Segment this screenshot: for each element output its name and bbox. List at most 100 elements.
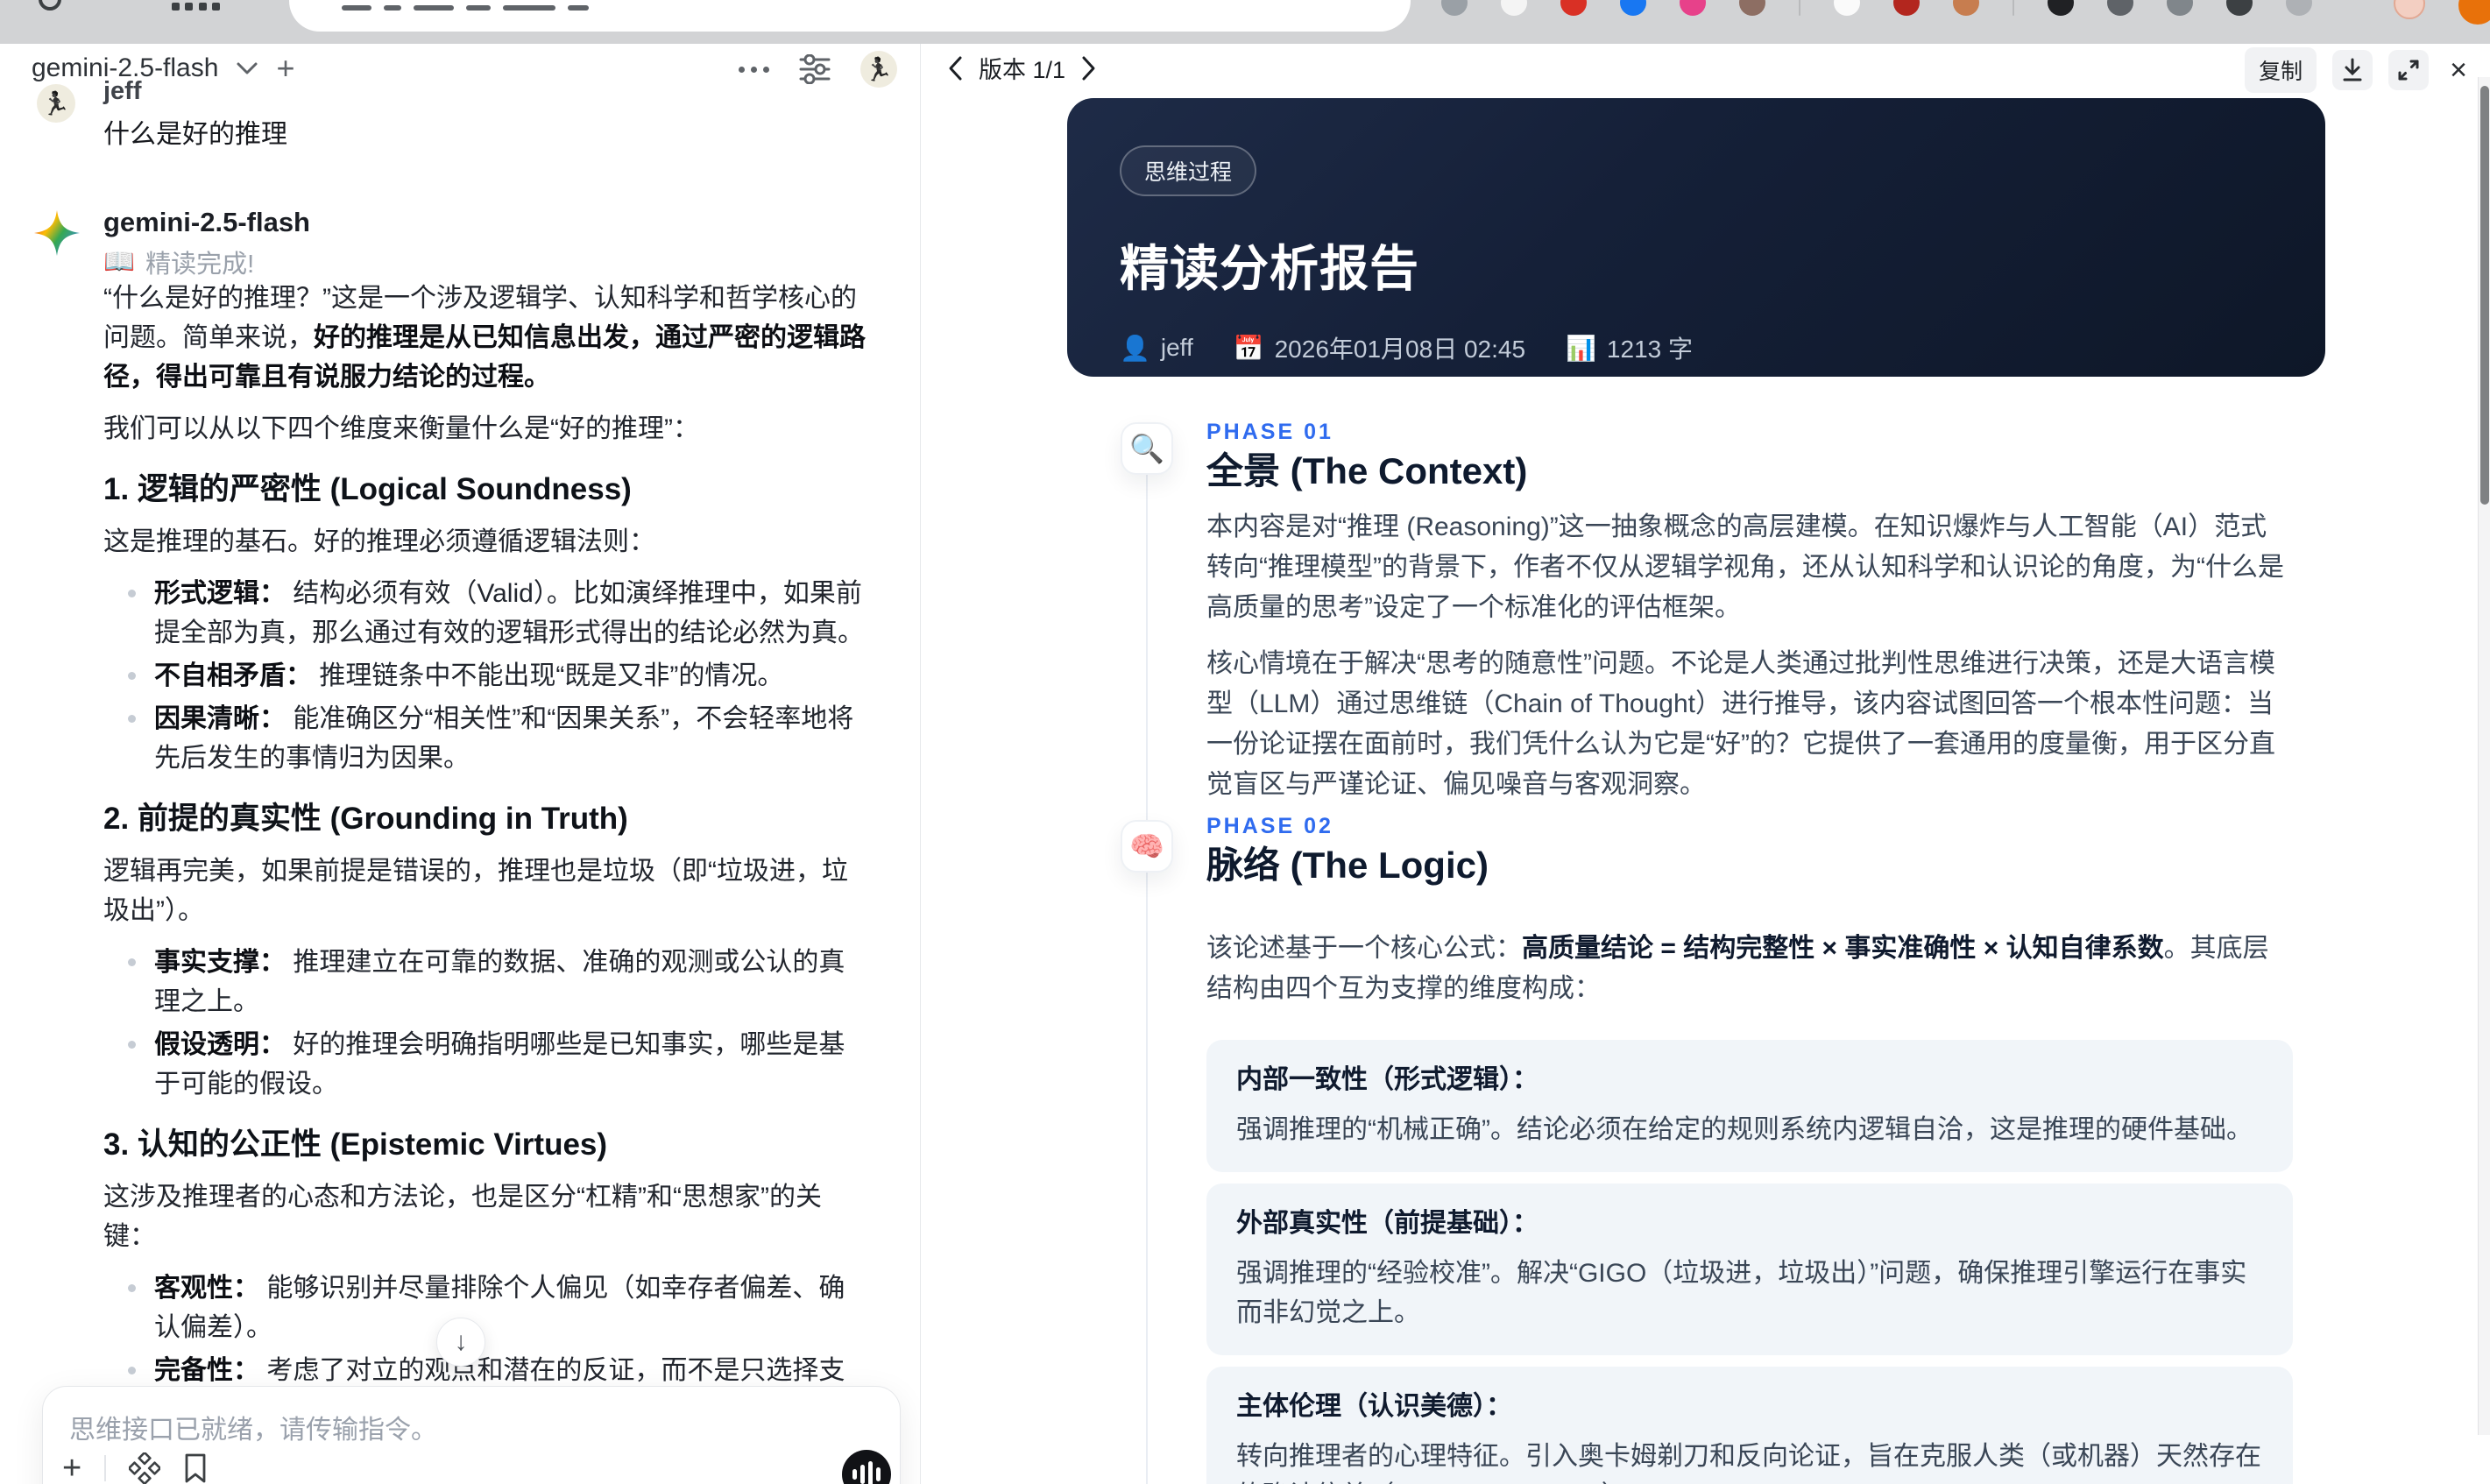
toolbar-separator [104,1455,107,1481]
calendar-icon: 📅 [1233,334,1264,362]
assistant-name: gemini-2.5-flash [103,207,310,237]
extension-icon[interactable] [1620,0,1646,16]
preview-toolbar: 版本 1/1 复制 × [921,44,2490,93]
toolbar-separator [1799,0,1800,16]
chevron-left-icon[interactable] [947,55,963,81]
new-chat-button[interactable]: + [276,53,294,84]
extension-icon[interactable] [2167,0,2193,16]
extension-icon[interactable] [1834,0,1860,16]
extension-icon[interactable] [1560,0,1587,16]
extension-icon[interactable] [2286,0,2312,16]
bullet-item: 客观性： 能够识别并尽量排除个人偏见（如幸存者偏差、确认偏差）。 [103,1268,867,1347]
paragraph: “什么是好的推理？”这是一个涉及逻辑学、认知科学和哲学核心的问题。简单来说，好的… [103,284,866,392]
gemini-logo-icon [34,210,80,256]
section-heading: 3. 认知的公正性 (Epistemic Virtues) [103,1127,608,1162]
extension-icon[interactable] [1953,0,1979,16]
copy-button[interactable]: 复制 [2245,47,2317,93]
paragraph: 这涉及推理者的心态和方法论，也是区分“杠精”和“思想家”的关键： [103,1183,822,1251]
paragraph: 我们可以从以下四个维度来衡量什么是“好的推理”： [103,414,699,443]
chevron-right-icon[interactable] [1081,55,1097,81]
apps-grid-icon[interactable] [172,0,221,11]
dimension-title: 主体伦理（认识美德）： [1236,1392,1512,1421]
status-text: 精读完成! [145,251,255,279]
report-badge: 思维过程 [1120,145,1257,196]
phase-2-section: PHASE 02 脉络 (The Logic) 该论述基于一个核心公式：高质量结… [1206,813,2293,1484]
user-name: jeff [103,77,142,105]
browser-toolbar [0,0,2490,44]
phase-title: 全景 (The Context) [1206,450,1528,491]
report-header-card: 思维过程 精读分析报告 👤 jeff 📅 2026年01月08日 02:45 📊 12… [1067,98,2325,377]
expand-fullscreen-button[interactable] [2388,50,2430,90]
attach-plus-button[interactable]: + [62,1452,81,1484]
report-date: 2026年01月08日 02:45 [1274,336,1526,363]
bullet-item: 因果清晰： 能准确区分“相关性”和“因果关系”，不会轻率地将先后发生的事情归为因… [103,699,867,778]
toolbar-separator [2013,0,2014,16]
app-window: gemini-2.5-flash + 🏃 🏃 jeff 什么是好的推理 gemi… [0,0,2490,1484]
assistant-message-body: “什么是好的推理？”这是一个涉及逻辑学、认知科学和哲学核心的问题。简单来说，好的… [103,279,867,1484]
scroll-to-bottom-button[interactable]: ↓ [436,1318,485,1367]
close-icon[interactable]: × [2444,53,2472,88]
assistant-status: 📖 精读完成! [103,244,254,280]
dimension-title: 内部一致性（形式逻辑）： [1236,1065,1539,1094]
address-bar[interactable] [289,0,1411,32]
report-meta: 👤 jeff 📅 2026年01月08日 02:45 📊 1213 字 [1120,330,2273,365]
magnifier-icon: 🔍 [1121,422,1173,475]
version-navigator: 版本 1/1 [947,51,1097,85]
chevron-down-icon[interactable] [236,61,258,75]
scrollbar[interactable] [2478,77,2490,1435]
chat-input[interactable]: 思维接口已就绪，请传输指令。 [69,1408,437,1446]
extension-icon[interactable] [1441,0,1468,16]
chat-panel: gemini-2.5-flash + 🏃 🏃 jeff 什么是好的推理 gemi… [0,44,920,1484]
phase-title: 脉络 (The Logic) [1206,844,1489,886]
bullet-list: 形式逻辑： 结构必须有效（Valid）。比如演绎推理中，如果前提全部为真，那么通… [103,574,867,778]
more-options-icon[interactable] [739,66,769,73]
browser-profile-avatar[interactable] [2394,0,2425,19]
preview-panel: 版本 1/1 复制 × 思维过程 精读分析报告 👤 jeff 📅 2026年01… [921,44,2490,1484]
voice-input-button[interactable] [842,1450,891,1484]
version-label: 版本 1/1 [979,57,1066,83]
dimension-box: 主体伦理（认识美德）： 转向推理者的心理特征。引入奥卡姆剃刀和反向论证，旨在克服人… [1206,1367,2293,1484]
extension-icon[interactable] [1501,0,1527,16]
avatar: 🏃 [37,84,75,123]
bullet-item: 不自相矛盾： 推理链条中不能出现“既是又非”的情况。 [103,656,867,696]
word-count: 1213 字 [1606,336,1693,363]
dimension-box: 内部一致性（形式逻辑）： 强调推理的“机械正确”。结论必须在给定的规则系统内逻辑自… [1206,1040,2293,1172]
section-heading: 1. 逻辑的严密性 (Logical Soundness) [103,472,632,506]
dimension-body: 强调推理的“机械正确”。结论必须在给定的规则系统内逻辑自洽，这是推理的硬件基础。 [1236,1115,2253,1144]
author-name: jeff [1160,334,1193,361]
phase-label: PHASE 01 [1206,420,1333,444]
extension-icon[interactable] [1680,0,1706,16]
bullet-item: 事实支撑： 推理建立在可靠的数据、准确的观测或公认的真理之上。 [103,943,867,1021]
browser-reload-icon[interactable] [39,0,61,11]
extension-icon[interactable] [2226,0,2253,16]
scrollbar-thumb[interactable] [2480,86,2489,505]
user-message: 什么是好的推理 [103,120,287,149]
extension-icons [1441,0,2312,16]
arrow-down-icon: ↓ [454,1327,468,1356]
download-button[interactable] [2332,50,2373,90]
user-avatar[interactable]: 🏃 [860,51,897,88]
bullet-item: 形式逻辑： 结构必须有效（Valid）。比如演绎推理中，如果前提全部为真，那么通… [103,574,867,653]
extension-icon[interactable] [2107,0,2133,16]
report-title: 精读分析报告 [1120,241,1419,296]
phase-1-section: PHASE 01 全景 (The Context) 本内容是对“推理 (Reas… [1206,419,2293,821]
report-document: 思维过程 精读分析报告 👤 jeff 📅 2026年01月08日 02:45 📊 12… [921,93,2490,1484]
extension-icon[interactable] [1739,0,1765,16]
bullet-list: 事实支撑： 推理建立在可靠的数据、准确的观测或公认的真理之上。 假设透明： 好的推… [103,943,867,1104]
author-icon: 👤 [1120,334,1150,362]
browser-edge-icon[interactable] [2458,0,2490,25]
phase-timeline [1146,422,1148,1484]
extension-icon[interactable] [2048,0,2074,16]
extension-icon[interactable] [1893,0,1920,16]
bookmark-icon[interactable] [183,1453,208,1483]
plugins-diamond-icon[interactable] [129,1452,161,1484]
paragraph: 这是推理的基石。好的推理必须遵循逻辑法则： [103,527,655,556]
bullet-item: 假设透明： 好的推理会明确指明哪些是已知事实，哪些是基于可能的假设。 [103,1025,867,1104]
url-text-fragment [342,5,589,11]
phase-label: PHASE 02 [1206,814,1333,838]
sliders-icon[interactable] [799,54,831,84]
paragraph: 逻辑再完美，如果前提是错误的，推理也是垃圾（即“垃圾进，垃圾出”）。 [103,857,848,925]
open-book-icon: 📖 [103,248,136,276]
word-count-icon: 📊 [1566,334,1596,362]
chat-input-box[interactable]: 思维接口已就绪，请传输指令。 + [42,1386,901,1484]
